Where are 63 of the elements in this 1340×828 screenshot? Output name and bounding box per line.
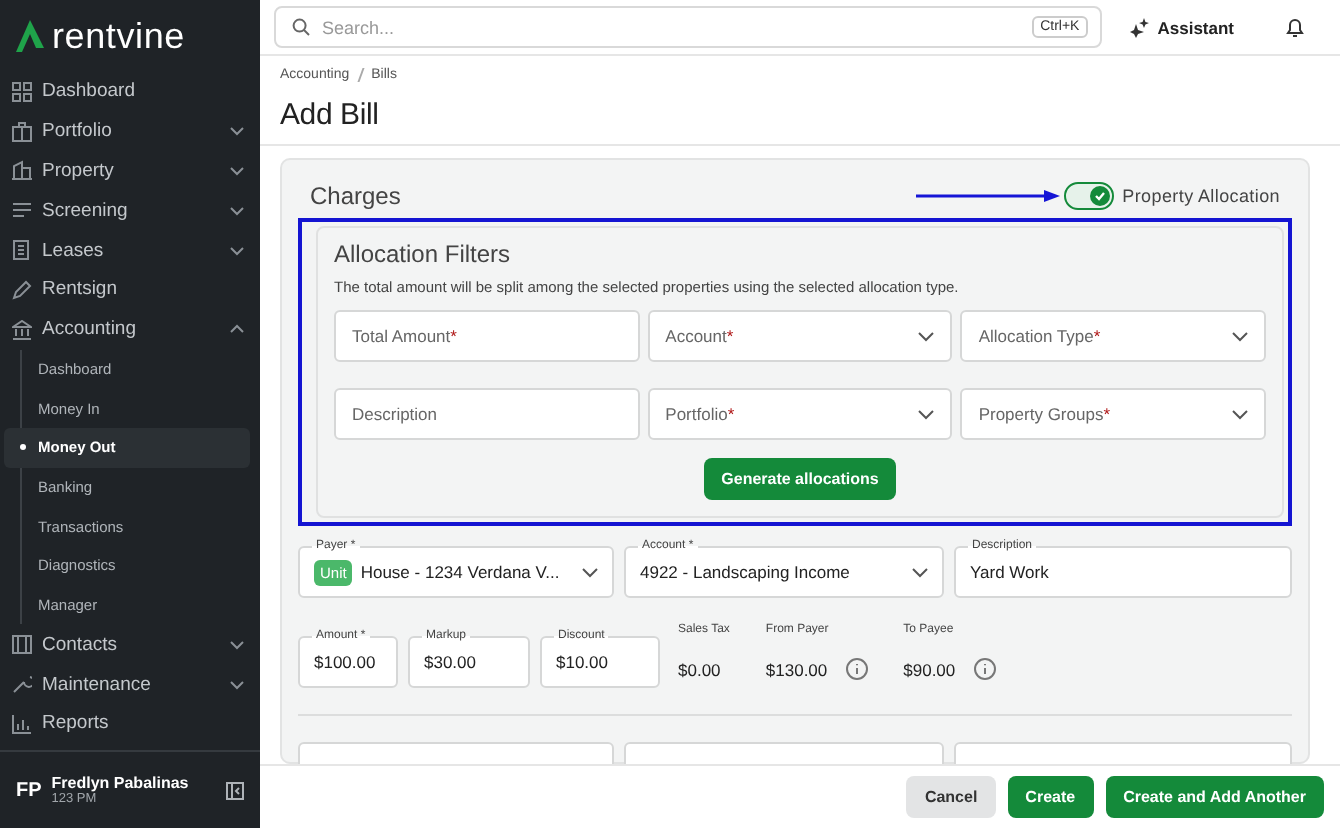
assistant-button[interactable]: Assistant: [1125, 13, 1238, 41]
toggle-switch[interactable]: [1064, 182, 1115, 210]
user-initials: FP: [16, 779, 42, 801]
chevron-down-icon: [918, 409, 935, 419]
summary-value: $90.00: [903, 659, 956, 679]
sidebar-item[interactable]: Contacts: [0, 624, 260, 665]
collapse-sidebar-icon[interactable]: [226, 781, 244, 799]
sparkle-icon: [1129, 17, 1150, 37]
chevron-down-icon: [1232, 331, 1248, 341]
leaf-logo-icon: [16, 20, 44, 52]
sidebar-item[interactable]: Dashboard: [0, 72, 260, 112]
chevron-icon: [230, 324, 244, 335]
chevron-icon: [230, 639, 244, 650]
toggle-label: Property Allocation: [1122, 186, 1280, 206]
create-button[interactable]: Create and Add Another: [1105, 776, 1324, 818]
logo-text: rentvine: [52, 15, 185, 57]
grid-icon: [12, 81, 32, 102]
generate-button[interactable]: Generate allocations: [703, 458, 897, 500]
input-field[interactable]: Description: [334, 388, 640, 440]
list-icon: [12, 200, 32, 221]
document-icon: [12, 240, 32, 261]
select-field[interactable]: Allocation Type*: [960, 310, 1266, 362]
chevron-icon: [230, 679, 244, 690]
chevron-down-icon: [1232, 409, 1248, 419]
section-title: Charges: [310, 182, 403, 210]
chevron-icon: [230, 165, 244, 176]
chevron-icon: [230, 205, 244, 216]
sidebar-item[interactable]: Rentsign: [0, 269, 260, 310]
summary-value: $0.00: [678, 660, 721, 680]
sidebar-item[interactable]: Property: [0, 151, 260, 191]
chevron-down-icon: [918, 331, 935, 341]
panel-title: Allocation Filters: [334, 240, 513, 268]
create-button[interactable]: Create: [1007, 776, 1094, 818]
page-title: Add Bill: [280, 98, 381, 132]
info-icon[interactable]: [973, 658, 996, 680]
chevron-icon: [230, 245, 244, 256]
bullet-icon: [20, 444, 26, 451]
chart-icon: [12, 713, 32, 734]
chevron-down-icon: [582, 567, 598, 577]
check-icon: [1094, 190, 1107, 202]
chevron-icon: [230, 126, 244, 137]
notification-bell-icon[interactable]: [1286, 17, 1304, 37]
cancel-button[interactable]: Cancel: [906, 776, 996, 818]
sidebar-item[interactable]: Portfolio: [0, 111, 260, 152]
summary-value: $130.00: [765, 659, 828, 679]
briefcase-icon: [12, 121, 32, 142]
pen-icon: [12, 279, 32, 300]
sidebar-item[interactable]: Reports: [0, 703, 260, 744]
search-icon: [292, 18, 310, 36]
sidebar-item[interactable]: Leases: [0, 230, 260, 270]
select-field[interactable]: Property Groups*: [960, 388, 1266, 440]
sidebar-item[interactable]: Maintenance: [0, 664, 260, 704]
sidebar-item[interactable]: Accounting: [0, 309, 260, 350]
user-name: Fredlyn Pabalinas: [51, 774, 191, 792]
input-field[interactable]: Total Amount*: [334, 310, 640, 362]
select-field[interactable]: Portfolio*: [647, 388, 953, 440]
info-icon[interactable]: [845, 658, 868, 680]
bank-icon: [12, 319, 32, 340]
search-input[interactable]: Search...: [318, 15, 1025, 39]
chevron-down-icon: [912, 567, 928, 577]
select-field[interactable]: Account*: [647, 310, 953, 362]
building-icon: [12, 160, 32, 181]
sidebar-item[interactable]: Screening: [0, 190, 260, 231]
